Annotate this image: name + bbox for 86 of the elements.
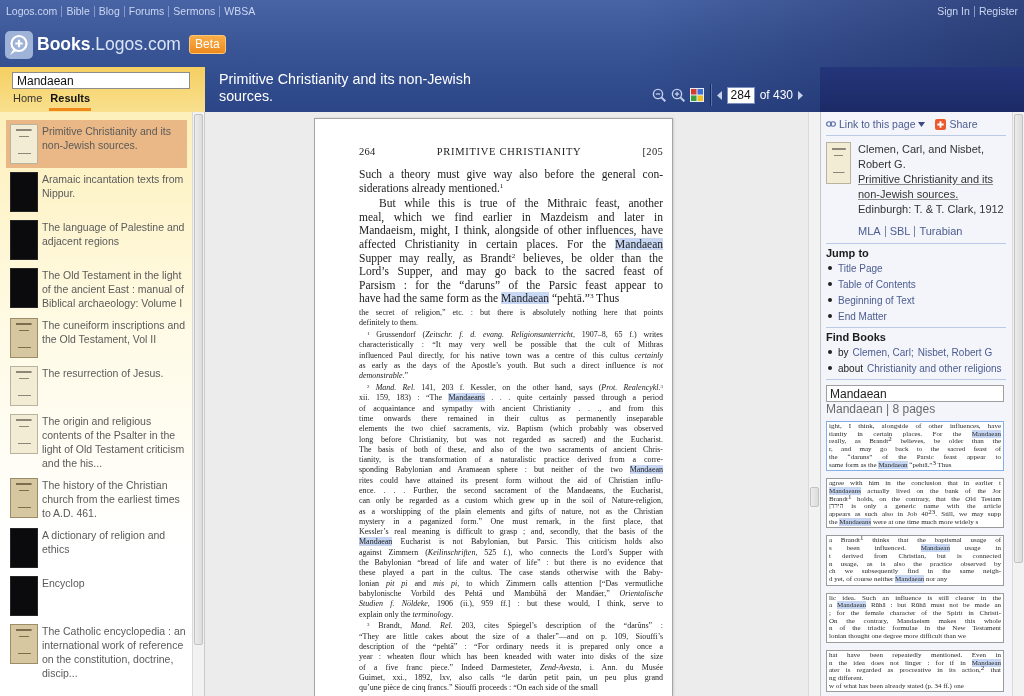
cover-thumbnail	[826, 142, 851, 184]
search-result-item[interactable]: The Old Testament in the light of the ancient East : manual of Biblical archaeology: Volume I	[6, 264, 187, 314]
nav-link[interactable]: Bible	[66, 5, 90, 17]
left-triangle-icon[interactable]	[716, 90, 722, 100]
cover-thumbnail	[10, 414, 38, 454]
scrollbar[interactable]	[192, 112, 204, 696]
jump-link[interactable]: End Matter	[838, 310, 887, 322]
section-heading: Find Books	[826, 331, 887, 344]
bullet-icon	[828, 266, 832, 270]
bullet-icon	[828, 314, 832, 318]
search-result-item[interactable]: The resurrection of Jesus.	[6, 362, 187, 410]
search-result-item[interactable]: The origin and religious contents of the Psalter in the light of Old Testament criticism and the his...	[6, 410, 187, 474]
search-result-item[interactable]: Encyclop	[6, 572, 187, 620]
body-paragraph: But while this is true of the Mithraic feast, another meal, which we find earlier in Mazdeism and later in Mandaeism, might, I think, alongside of other influences, have affected Christianity in certain places. For the Mandaean Supper may really, as Brandt$^{2}$ believes, be older than the Lord’s Supper, and may go back to the sacred feast of Parsism : for the “daruns” of the Parsic feast appear to have had the same form as the Mandaean “pehtā.”$^{3}$ Thus	[359, 197, 663, 306]
plus-square-icon	[935, 118, 947, 130]
zoom-in-icon[interactable]	[670, 88, 685, 102]
running-head: PRIMITIVE CHRISTIANITY	[436, 145, 582, 159]
account-link[interactable]: Sign In	[937, 5, 970, 17]
nav-link[interactable]: Blog	[98, 5, 120, 17]
search-result-item[interactable]: A dictionary of religion and ethics	[6, 524, 187, 572]
search-result-item[interactable]: The language of Palestine and adjacent regions	[6, 216, 187, 264]
cover-thumbnail	[10, 478, 38, 518]
nav-link[interactable]: WBSA	[224, 5, 256, 17]
link-to-page-link[interactable]: Link to this page	[826, 118, 926, 130]
search-result-item[interactable]: Primitive Christianity and its non-Jewish sources.	[6, 120, 187, 168]
chain-link-icon	[826, 121, 836, 127]
scrollbar[interactable]	[1012, 112, 1024, 696]
page-number: 264	[359, 145, 376, 159]
footnote-text: the secret of religion,” etc. : but there is absolutely nothing here that points definitely to them.	[359, 307, 663, 329]
account-link[interactable]: Register	[978, 5, 1018, 17]
cover-thumbnail	[10, 366, 38, 406]
search-result-item[interactable]: The cuneiform inscriptions and the Old Testament, Vol II	[6, 314, 187, 362]
cover-thumbnail	[10, 220, 38, 260]
filter-label: about	[838, 362, 864, 374]
page-number-field[interactable]: 284	[726, 86, 755, 104]
cover-thumbnail	[10, 528, 38, 568]
color-squares-icon[interactable]	[689, 88, 704, 102]
caret-icon	[918, 121, 926, 127]
search-result-item[interactable]: The Catholic encyclopedia : an international work of reference on the constitution, doctrine, discip...	[6, 620, 187, 684]
scrollbar-thumb[interactable]	[810, 487, 819, 507]
cover-thumbnail	[10, 172, 38, 212]
right-triangle-icon[interactable]	[798, 90, 803, 100]
cover-thumbnail	[10, 124, 38, 164]
citation-style-link[interactable]: SBL	[889, 224, 911, 238]
citation-publisher: Edinburgh: T. & T. Clark, 1912	[858, 202, 1005, 217]
scrollbar[interactable]	[808, 112, 820, 696]
page-total-text: of 430	[759, 88, 793, 102]
page-mark: [205	[642, 145, 663, 159]
nav-link[interactable]: Forums	[128, 5, 165, 17]
bullet-icon	[828, 366, 832, 370]
nav-link[interactable]: Logos.com	[6, 5, 58, 17]
logo-icon	[5, 30, 33, 59]
cover-thumbnail	[10, 268, 38, 308]
scrollbar-thumb[interactable]	[1014, 114, 1023, 563]
filter-label: by	[838, 346, 849, 358]
logo-text[interactable]: Books.Logos.com	[37, 34, 181, 55]
search-result-item[interactable]: Aramaic incantation texts from Nippur.	[6, 168, 187, 216]
zoom-out-icon[interactable]	[651, 88, 666, 102]
beta-badge: Beta	[188, 35, 226, 54]
jump-link[interactable]: Beginning of Text	[838, 294, 915, 306]
citation-style-link[interactable]: Turabian	[919, 224, 963, 238]
cover-thumbnail	[10, 624, 38, 664]
find-link[interactable]: Christianity and other religions	[867, 362, 1002, 374]
find-link[interactable]: Nisbet, Robert G	[917, 346, 993, 358]
jump-link[interactable]: Title Page	[838, 262, 883, 274]
cover-thumbnail	[10, 576, 38, 616]
page-search-field[interactable]: Mandaean	[826, 385, 1004, 402]
share-link[interactable]: Share	[935, 118, 978, 130]
citation-style-link[interactable]: MLA	[858, 224, 881, 238]
citation-authors: Clemen, Carl, and Nisbet, Robert G.	[858, 142, 985, 172]
jump-link[interactable]: Table of Contents	[838, 278, 916, 290]
search-field[interactable]: Mandaean	[12, 72, 190, 89]
book-title: Primitive Christianity and its non-Jewish sources.	[219, 71, 472, 106]
body-paragraph: Such a theory must give way also before the general con- siderations already mentioned.$^{1}$	[359, 168, 663, 196]
nav-link[interactable]: Sermons	[173, 5, 216, 17]
section-heading: Jump to	[826, 247, 870, 260]
bullet-icon	[828, 298, 832, 302]
bullet-icon	[828, 282, 832, 286]
cover-thumbnail	[10, 318, 38, 358]
search-result-item[interactable]: The history of the Christian church from the earliest times to A.D. 461.	[6, 474, 187, 524]
scrollbar-thumb[interactable]	[194, 114, 203, 645]
tab[interactable]: Home	[12, 90, 44, 111]
hit-count-text: Mandaean | 8 pages	[826, 402, 937, 417]
book-title-link[interactable]: Primitive Christianity and its non-Jewish sources.	[858, 172, 1010, 202]
find-link[interactable]: Clemen, Carl;	[852, 346, 914, 358]
bullet-icon	[828, 350, 832, 354]
